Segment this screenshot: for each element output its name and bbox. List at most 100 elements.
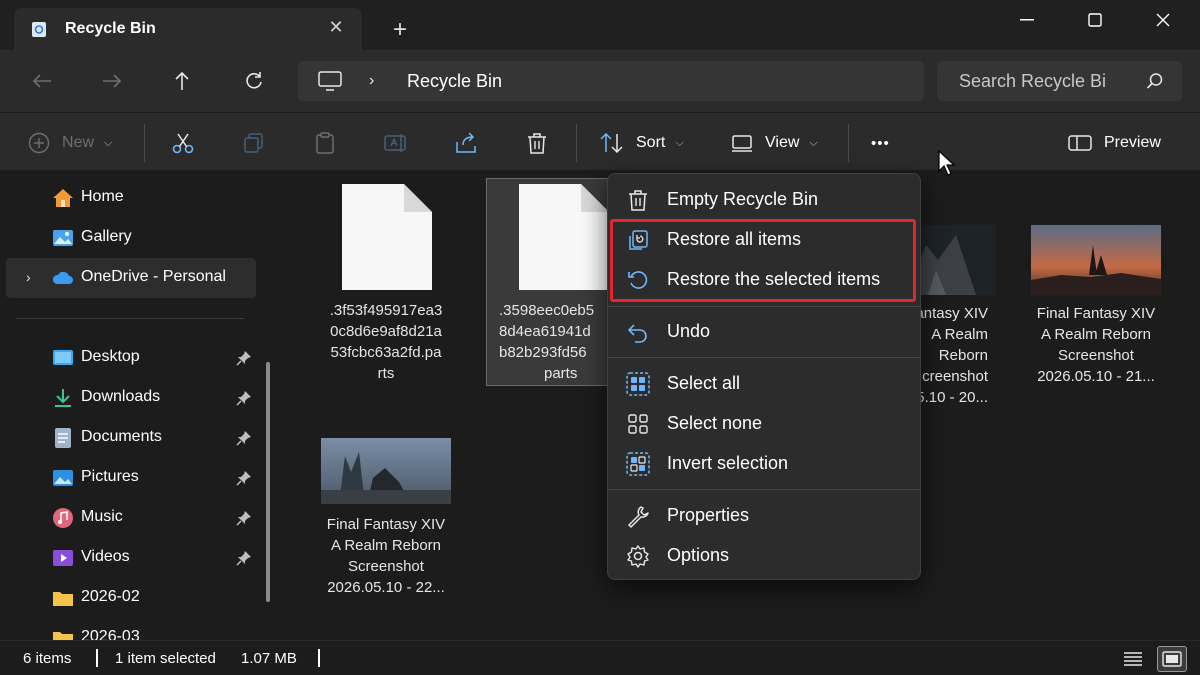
file-name-line: 0c8d6e9af8d21a xyxy=(330,323,442,340)
item-count: 6 items xyxy=(23,650,72,667)
sidebar-item-label: Documents xyxy=(81,428,162,445)
sidebar-item-downloads[interactable]: Downloads xyxy=(0,378,256,418)
divider xyxy=(848,124,849,162)
downloads-folder-icon xyxy=(55,389,71,407)
menu-item-label: Properties xyxy=(667,505,750,525)
share-button[interactable] xyxy=(455,130,477,156)
sidebar-item-label: Videos xyxy=(81,548,130,565)
videos-folder-icon xyxy=(53,550,73,566)
plus-circle-icon xyxy=(28,132,50,154)
preview-label: Preview xyxy=(1104,134,1161,151)
forward-button[interactable] xyxy=(98,67,126,95)
menu-item-undo[interactable]: Undo xyxy=(612,311,916,351)
file-name-line: rts xyxy=(377,365,395,382)
refresh-button[interactable] xyxy=(240,67,268,95)
sidebar-item-2026-02[interactable]: 2026-02 xyxy=(0,578,256,618)
rename-button[interactable] xyxy=(384,130,408,156)
close-button[interactable] xyxy=(1138,6,1188,34)
selected-size: 1.07 MB xyxy=(241,650,297,667)
file-item[interactable]: Final Fantasy XIV A Realm Reborn Screens… xyxy=(1021,225,1171,387)
invert-selection-icon xyxy=(626,452,650,476)
menu-item-select-none[interactable]: Select none xyxy=(612,403,916,443)
navigation-bar: › Recycle Bin Search Recycle Bi xyxy=(0,50,1200,112)
file-item[interactable]: .3f53f495917ea3 0c8d6e9af8d21a 53fcbc63a… xyxy=(311,182,461,384)
navigation-pane: Home Gallery › OneDrive - Personal Deskt… xyxy=(0,170,284,640)
see-more-button[interactable]: ••• xyxy=(871,130,890,156)
breadcrumb-recycle-bin[interactable]: Recycle Bin xyxy=(407,71,502,92)
view-icon xyxy=(732,135,752,152)
large-icons-view-button[interactable] xyxy=(1157,646,1187,672)
pictures-folder-icon xyxy=(53,470,73,486)
expand-chevron-icon[interactable]: › xyxy=(26,269,31,285)
onedrive-icon xyxy=(52,271,73,284)
back-arrow-icon xyxy=(32,74,51,88)
menu-item-label: Select none xyxy=(667,413,763,433)
tab-title: Recycle Bin xyxy=(65,20,156,37)
new-button[interactable]: New ⌵ xyxy=(28,130,112,156)
menu-item-empty-recycle-bin[interactable]: Empty Recycle Bin xyxy=(612,179,916,219)
cut-button[interactable] xyxy=(172,130,194,156)
view-label: View xyxy=(765,134,800,151)
sidebar-item-label: Pictures xyxy=(81,468,139,485)
menu-item-select-all[interactable]: Select all xyxy=(612,363,916,403)
sidebar-item-label: Desktop xyxy=(81,348,140,365)
back-button[interactable] xyxy=(28,67,56,95)
menu-divider xyxy=(608,489,920,490)
minimize-icon xyxy=(1020,19,1034,21)
menu-item-label: Empty Recycle Bin xyxy=(667,189,819,209)
address-bar[interactable]: › Recycle Bin xyxy=(298,61,924,101)
sidebar-item-documents[interactable]: Documents xyxy=(0,418,256,458)
sidebar-item-label: 2026-02 xyxy=(81,588,140,605)
tab-close-icon[interactable]: ✕ xyxy=(326,17,346,37)
sidebar-item-onedrive[interactable]: › OneDrive - Personal xyxy=(6,258,256,298)
status-bar: 6 items 1 item selected 1.07 MB xyxy=(0,640,1200,675)
sidebar-item-2026-03[interactable]: 2026-03 xyxy=(0,618,256,640)
tab-recycle-bin[interactable]: Recycle Bin ✕ xyxy=(14,8,362,50)
view-button[interactable]: View ⌵ xyxy=(731,130,818,156)
sort-button[interactable]: Sort ⌵ xyxy=(600,130,684,156)
breadcrumb-chevron[interactable]: › xyxy=(369,72,374,90)
new-tab-button[interactable]: + xyxy=(388,18,412,42)
sidebar-item-home[interactable]: Home xyxy=(0,178,256,218)
sidebar-item-videos[interactable]: Videos xyxy=(0,538,256,578)
this-pc-icon xyxy=(318,71,342,91)
new-label: New xyxy=(62,134,95,151)
divider xyxy=(576,124,577,162)
sidebar-item-desktop[interactable]: Desktop xyxy=(0,338,256,378)
minimize-button[interactable] xyxy=(1002,6,1052,34)
desktop-folder-icon xyxy=(53,350,73,365)
trash-icon xyxy=(528,133,546,154)
delete-button[interactable] xyxy=(526,130,548,156)
details-view-icon xyxy=(1124,652,1142,666)
title-bar: Recycle Bin ✕ + xyxy=(0,0,1200,50)
sidebar-item-pictures[interactable]: Pictures xyxy=(0,458,256,498)
close-icon xyxy=(1156,13,1170,27)
restore-highlight-box xyxy=(610,219,916,302)
pin-icon xyxy=(236,431,251,446)
preview-button[interactable]: Preview xyxy=(1068,130,1161,156)
menu-item-invert-selection[interactable]: Invert selection xyxy=(612,443,916,483)
music-folder-icon xyxy=(53,508,73,528)
file-item[interactable]: Final Fantasy XIV A Realm Reborn Screens… xyxy=(310,438,462,598)
maximize-button[interactable] xyxy=(1070,6,1120,34)
paste-button[interactable] xyxy=(314,130,336,156)
command-bar: New ⌵ Sort ⌵ View ⌵ ••• Preview xyxy=(0,112,1200,170)
sidebar-item-gallery[interactable]: Gallery xyxy=(0,218,256,258)
menu-item-label: Invert selection xyxy=(667,453,789,473)
sidebar-item-music[interactable]: Music xyxy=(0,498,256,538)
copy-button[interactable] xyxy=(243,130,265,156)
sidebar-item-label: OneDrive - Personal xyxy=(81,268,226,285)
select-all-icon xyxy=(626,372,650,396)
menu-item-options[interactable]: Options xyxy=(612,535,916,575)
chevron-down-icon: ⌵ xyxy=(675,136,684,149)
sidebar-scrollbar[interactable] xyxy=(266,362,270,602)
file-name-line: A Realm Reborn xyxy=(330,537,442,554)
pin-icon xyxy=(236,511,251,526)
menu-item-properties[interactable]: Properties xyxy=(612,495,916,535)
sort-icon xyxy=(600,132,623,154)
details-view-button[interactable] xyxy=(1118,646,1148,672)
file-icon xyxy=(519,184,609,290)
search-box[interactable]: Search Recycle Bi xyxy=(937,61,1182,101)
up-button[interactable] xyxy=(168,67,196,95)
file-name-line: A Realm Reborn xyxy=(1040,326,1152,343)
